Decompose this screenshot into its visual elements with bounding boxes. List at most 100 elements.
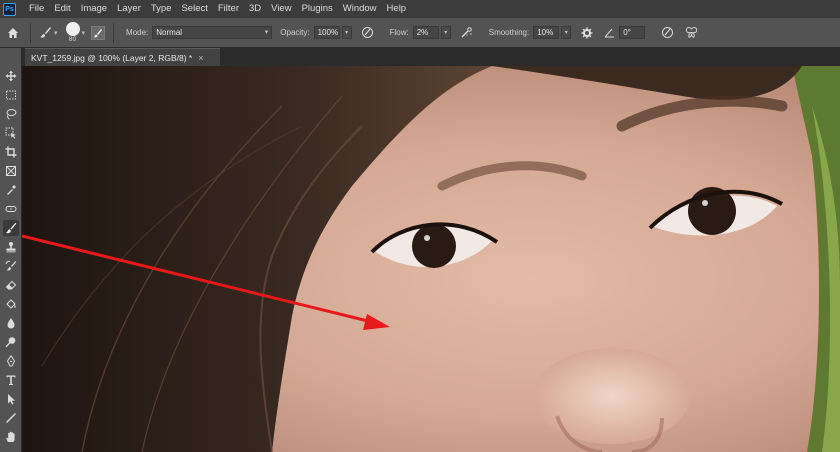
line-tool[interactable] [3, 410, 19, 426]
arrow-cursor-icon [8, 394, 15, 405]
dodge-tool[interactable] [3, 334, 19, 350]
lasso-icon [6, 109, 17, 120]
pen-icon [6, 355, 16, 367]
hand-tool[interactable] [3, 429, 19, 445]
move-tool[interactable] [3, 68, 19, 84]
mode-select[interactable]: Normal ▾ [152, 26, 273, 39]
frame-tool[interactable] [3, 163, 19, 179]
smoothing-input[interactable]: 10% [533, 26, 560, 39]
frame-icon [6, 166, 16, 176]
options-bar: ▾ 80 ▾ Mode: Normal ▾ Opacity: 100% ▾ Fl… [0, 18, 840, 48]
chevron-down-icon: ▾ [54, 29, 58, 37]
symmetry-button[interactable] [683, 25, 699, 41]
object-selection-icon [5, 127, 16, 139]
menu-edit[interactable]: Edit [49, 0, 75, 18]
smoothing-slider-toggle[interactable]: ▾ [561, 26, 572, 39]
brush-angle-input[interactable]: 0° [619, 26, 646, 39]
pen-tool[interactable] [3, 353, 19, 369]
type-icon [6, 375, 16, 385]
blur-tool[interactable] [3, 315, 19, 331]
menu-select[interactable]: Select [176, 0, 212, 18]
history-brush-icon [5, 260, 17, 271]
size-pressure-button[interactable] [659, 25, 675, 41]
home-button[interactable] [0, 18, 26, 48]
menu-3d[interactable]: 3D [244, 0, 266, 18]
brush-tool[interactable] [3, 220, 19, 236]
portrait-photo [22, 66, 840, 452]
photoshop-logo: Ps [3, 2, 16, 16]
smoothing-settings-button[interactable] [579, 25, 595, 41]
rectangle-marquee-icon [6, 90, 16, 100]
tools-panel [0, 48, 22, 452]
menu-type[interactable]: Type [146, 0, 177, 18]
paint-bucket-icon [6, 299, 16, 309]
home-icon [8, 27, 18, 38]
lasso-tool[interactable] [3, 106, 19, 122]
opacity-slider-toggle[interactable]: ▾ [341, 26, 352, 39]
document-tab[interactable]: KVT_1259.jpg @ 100% (Layer 2, RGB/8) * × [25, 48, 220, 66]
separator [30, 22, 31, 43]
flow-slider-toggle[interactable]: ▾ [440, 26, 451, 39]
move-icon [5, 70, 17, 82]
menu-help[interactable]: Help [382, 0, 412, 18]
brush-size-value: 80 [68, 36, 77, 43]
paint-bucket-tool[interactable] [3, 296, 19, 312]
mode-value: Normal [156, 28, 183, 37]
brush-icon [40, 27, 51, 38]
menu-image[interactable]: Image [76, 0, 112, 18]
stamp-icon [6, 242, 16, 253]
document-tab-title: KVT_1259.jpg @ 100% (Layer 2, RGB/8) * [31, 52, 193, 63]
chevron-down-icon: ▾ [264, 29, 269, 36]
brush-angle-icon-wrap [601, 25, 617, 41]
eraser-tool[interactable] [3, 277, 19, 293]
crop-tool[interactable] [3, 144, 19, 160]
menu-layer[interactable]: Layer [112, 0, 146, 18]
menu-filter[interactable]: Filter [213, 0, 244, 18]
clone-stamp-tool[interactable] [3, 239, 19, 255]
pressure-icon [661, 27, 673, 38]
brush-picker[interactable]: 80 ▾ [65, 22, 86, 43]
type-tool[interactable] [3, 372, 19, 388]
close-icon[interactable]: × [198, 53, 203, 63]
airbrush-icon [461, 27, 473, 38]
chevron-down-icon: ▾ [81, 29, 86, 37]
menu-view[interactable]: View [266, 0, 296, 18]
brush-tip-preview [65, 22, 80, 36]
eyedropper-tool[interactable] [3, 182, 19, 198]
crop-icon [5, 146, 17, 158]
flow-label: Flow: [389, 28, 409, 37]
menu-file[interactable]: File [24, 0, 49, 18]
flow-input[interactable]: 2% [412, 26, 439, 39]
airbrush-button[interactable] [459, 25, 475, 41]
droplet-icon [7, 318, 15, 329]
separator [113, 22, 115, 43]
menu-bar: Ps File Edit Image Layer Type Select Fil… [0, 0, 840, 18]
smoothing-label: Smoothing: [488, 28, 530, 37]
angle-icon [604, 28, 614, 38]
spot-healing-tool[interactable] [3, 201, 19, 217]
document-canvas[interactable] [22, 66, 840, 452]
pressure-icon [362, 27, 374, 38]
menu-plugins[interactable]: Plugins [297, 0, 338, 18]
opacity-pressure-button[interactable] [360, 25, 376, 41]
bandage-icon [5, 206, 17, 212]
history-brush-tool[interactable] [3, 258, 19, 274]
brush-icon [5, 222, 17, 234]
path-selection-tool[interactable] [3, 391, 19, 407]
opacity-label: Opacity: [280, 28, 310, 37]
document-tab-bar: KVT_1259.jpg @ 100% (Layer 2, RGB/8) * × [22, 48, 840, 66]
line-icon [6, 413, 16, 423]
menu-window[interactable]: Window [338, 0, 382, 18]
brush-panel-icon [93, 28, 103, 37]
opacity-input[interactable]: 100% [313, 26, 340, 39]
eyedropper-icon [7, 185, 16, 195]
marquee-tool[interactable] [3, 87, 19, 103]
object-selection-tool[interactable] [3, 125, 19, 141]
dodge-icon [5, 337, 16, 348]
gear-icon [581, 27, 593, 38]
mode-label: Mode: [126, 28, 149, 37]
brush-settings-toggle[interactable] [91, 25, 106, 40]
tool-preset-picker[interactable]: ▾ [35, 26, 62, 39]
butterfly-icon [685, 27, 697, 38]
hand-icon [6, 431, 15, 442]
